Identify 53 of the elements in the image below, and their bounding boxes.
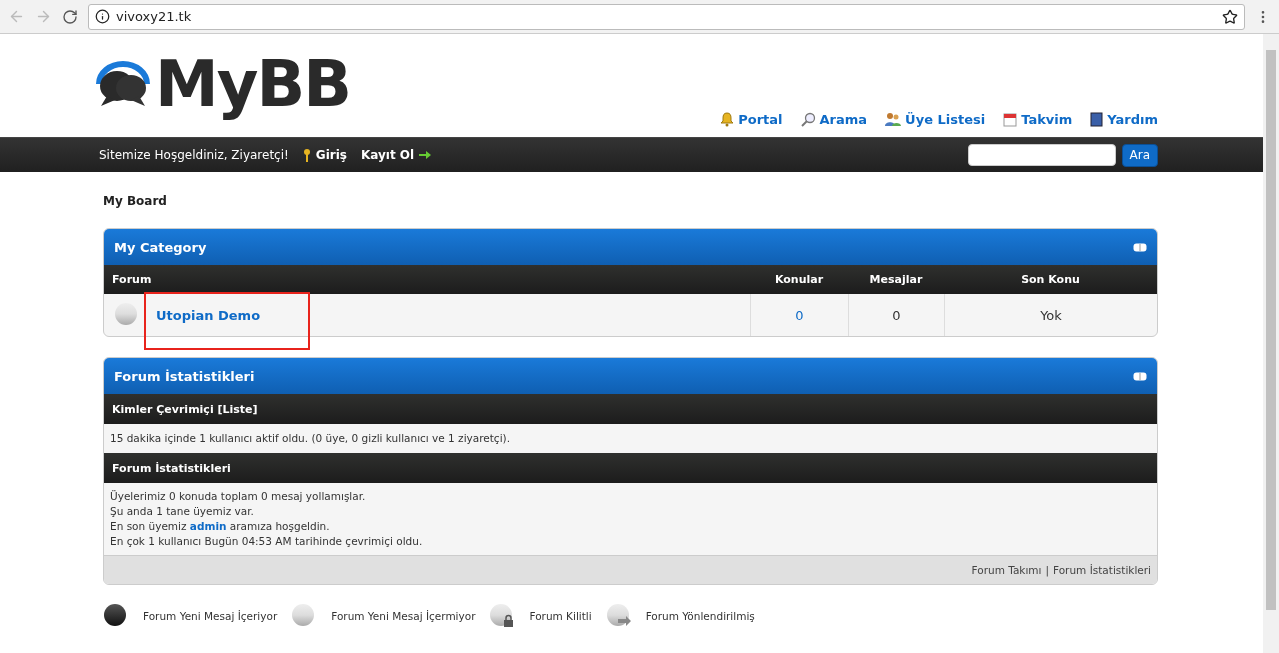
legend-label: Forum Yeni Mesaj İçermiyor — [331, 610, 476, 622]
stats-line: Üyelerimiz 0 konuda toplam 0 mesaj yollamışlar. — [110, 489, 367, 504]
register-link[interactable]: Kayıt Ol — [361, 148, 432, 162]
forum-icon — [114, 302, 140, 328]
legend-label: Forum Yeni Mesaj İçeriyor — [143, 610, 278, 622]
nav-link[interactable]: Üye Listesi — [885, 112, 986, 127]
calendar-icon — [1003, 112, 1018, 127]
dark-forum-icon — [103, 603, 129, 629]
arrow-right-icon — [419, 150, 432, 160]
category-title[interactable]: My Category — [114, 239, 207, 255]
footer-link[interactable]: Forum İstatistikleri — [1053, 564, 1151, 576]
collapse-icon[interactable] — [1133, 242, 1147, 252]
collapse-icon[interactable] — [1133, 371, 1147, 381]
help-book-icon — [1090, 112, 1104, 127]
stats-line: En son üyemiz admin aramıza hoşgeldin. — [110, 519, 331, 534]
nav-link[interactable]: Portal — [720, 112, 783, 127]
bookmark-star-icon[interactable] — [1222, 8, 1238, 25]
stats-line: Şu anda 1 tane üyemiz var. — [110, 504, 255, 519]
posts-count: 0 — [892, 307, 901, 323]
separator: | — [1045, 564, 1049, 576]
last-post-text: Yok — [1040, 307, 1062, 323]
users-icon — [885, 112, 902, 127]
topics-count[interactable]: 0 — [795, 307, 804, 323]
column-header: Konular — [773, 273, 825, 286]
reload-icon[interactable] — [62, 8, 78, 25]
nav-link[interactable]: Yardım — [1090, 112, 1158, 127]
redirect-forum-icon — [605, 603, 632, 629]
breadcrumb[interactable]: My Board — [103, 194, 1158, 208]
key-icon — [302, 148, 311, 162]
legend-label: Forum Kilitli — [529, 610, 592, 622]
welcome-text: Sitemize Hoşgeldiniz, Ziyaretçi! — [99, 148, 289, 162]
nav-link[interactable]: Takvim — [1003, 112, 1073, 127]
forum-link[interactable]: Utopian Demo — [156, 307, 261, 323]
locked-forum-icon — [489, 603, 516, 629]
legend-label: Forum Yönlendirilmiş — [645, 610, 755, 622]
nav-link[interactable]: Arama — [800, 112, 868, 127]
column-header: Son Konu — [1020, 273, 1081, 286]
search-field[interactable] — [967, 143, 1116, 166]
column-header: Mesajlar — [868, 273, 924, 286]
bell-icon — [720, 112, 735, 127]
address-bar[interactable]: vivoxy21.tk — [88, 3, 1245, 30]
stats-heading: Forum İstatistikleri — [104, 453, 1157, 483]
stats-title: Forum İstatistikleri — [114, 368, 255, 384]
stats-line: En çok 1 kullanıcı Bugün 04:53 AM tarihinde çevrimiçi oldu. — [110, 534, 424, 549]
online-text: 15 dakika içinde 1 kullanıcı aktif oldu. (0 üye, 0 gizli kullanıcı ve 1 ziyaretçi). — [109, 431, 511, 446]
search-button[interactable]: Ara — [1121, 143, 1158, 167]
login-link[interactable]: Giriş — [302, 148, 347, 162]
search-icon — [800, 112, 816, 127]
column-header: Forum — [111, 273, 153, 286]
member-link[interactable]: admin — [189, 520, 227, 532]
footer-link[interactable]: Forum Takımı — [971, 564, 1042, 576]
info-icon — [95, 9, 110, 24]
online-heading: Kimler Çevrimiçi [Liste] — [104, 394, 1157, 424]
